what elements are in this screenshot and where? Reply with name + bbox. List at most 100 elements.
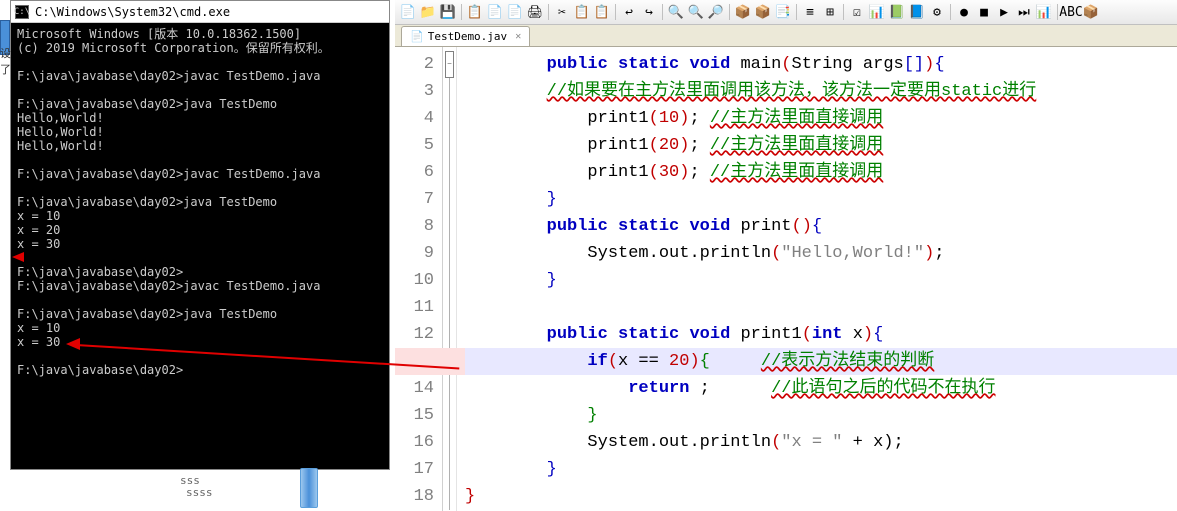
- toolbar-separator: [843, 4, 844, 20]
- toolbar-icon[interactable]: 🔍: [687, 3, 705, 21]
- toolbar-icon[interactable]: 📋: [593, 3, 611, 21]
- line-number: 16: [395, 429, 442, 456]
- line-number: 10: [395, 267, 442, 294]
- line-gutter: 23456789101112131415161718: [395, 47, 443, 511]
- fold-cell: [443, 483, 456, 510]
- toolbar-icon[interactable]: 📦: [1082, 3, 1100, 21]
- toolbar-icon[interactable]: 📄: [506, 3, 524, 21]
- editor-toolbar: 📄📁💾📋📄📄🖨✂📋📋↩↪🔍🔍🔎📦📦📑≡⊞☑📊📗📘⚙●■▶⏭📊ABC📦: [395, 0, 1177, 25]
- fold-cell: [443, 456, 456, 483]
- toolbar-icon[interactable]: 📦: [734, 3, 752, 21]
- code-line: print1(30); //主方法里面直接调用: [465, 159, 1177, 186]
- fold-cell: [443, 78, 456, 105]
- toolbar-icon[interactable]: 💾: [439, 3, 457, 21]
- line-number: 8: [395, 213, 442, 240]
- toolbar-icon[interactable]: 📊: [1035, 3, 1053, 21]
- line-number: 4: [395, 105, 442, 132]
- toolbar-icon[interactable]: ●: [955, 3, 973, 21]
- code-line: }: [465, 186, 1177, 213]
- toolbar-separator: [1057, 4, 1058, 20]
- code-lines[interactable]: public static void main(String args[]){ …: [457, 47, 1177, 511]
- fold-cell: [443, 267, 456, 294]
- code-line: }: [465, 267, 1177, 294]
- fold-cell: [443, 159, 456, 186]
- fold-cell: −: [443, 51, 456, 78]
- toolbar-icon[interactable]: 📄: [486, 3, 504, 21]
- editor-pane: 📄📁💾📋📄📄🖨✂📋📋↩↪🔍🔍🔎📦📦📑≡⊞☑📊📗📘⚙●■▶⏭📊ABC📦 📄 Tes…: [395, 0, 1177, 511]
- toolbar-separator: [615, 4, 616, 20]
- bottom-text: sss ssss: [180, 475, 213, 499]
- code-area[interactable]: 23456789101112131415161718 −− public sta…: [395, 47, 1177, 511]
- code-line: public static void print(){: [465, 213, 1177, 240]
- code-line: }: [465, 402, 1177, 429]
- fold-cell: [443, 375, 456, 402]
- toolbar-icon[interactable]: ↪: [640, 3, 658, 21]
- toolbar-icon[interactable]: 🖨: [526, 3, 544, 21]
- code-line-highlighted: if(x == 20){ //表示方法结束的判断: [465, 348, 1177, 375]
- toolbar-separator: [729, 4, 730, 20]
- toolbar-icon[interactable]: ABC: [1062, 3, 1080, 21]
- line-number: 18: [395, 483, 442, 510]
- toolbar-icon[interactable]: 📘: [908, 3, 926, 21]
- line-number: 2: [395, 51, 442, 78]
- toolbar-icon[interactable]: ≡: [801, 3, 819, 21]
- code-line: public static void print1(int x){: [465, 321, 1177, 348]
- toolbar-icon[interactable]: 📋: [573, 3, 591, 21]
- toolbar-icon[interactable]: 🔎: [707, 3, 725, 21]
- fold-cell: [443, 186, 456, 213]
- toolbar-icon[interactable]: ⚙: [928, 3, 946, 21]
- fold-cell: [443, 132, 456, 159]
- cmd-window: C:\ C:\Windows\System32\cmd.exe Microsof…: [10, 0, 390, 470]
- tab-bar: 📄 TestDemo.jav ✕: [395, 25, 1177, 47]
- toolbar-icon[interactable]: 📦: [754, 3, 772, 21]
- toolbar-icon[interactable]: 🔍: [667, 3, 685, 21]
- line-number: 11: [395, 294, 442, 321]
- fold-cell: [443, 321, 456, 348]
- code-line: System.out.println("Hello,World!");: [465, 240, 1177, 267]
- toolbar-icon[interactable]: 📋: [466, 3, 484, 21]
- toolbar-icon[interactable]: 📑: [774, 3, 792, 21]
- cmd-titlebar[interactable]: C:\ C:\Windows\System32\cmd.exe: [11, 1, 389, 23]
- line-number: 5: [395, 132, 442, 159]
- fold-cell: [443, 240, 456, 267]
- code-line: }: [465, 483, 1177, 510]
- line-number: 3: [395, 78, 442, 105]
- line-number: 12: [395, 321, 442, 348]
- left-text-fragment: 设了: [0, 45, 12, 77]
- toolbar-icon[interactable]: ▶: [995, 3, 1013, 21]
- cmd-output[interactable]: Microsoft Windows [版本 10.0.18362.1500] (…: [11, 23, 389, 381]
- toolbar-icon[interactable]: ■: [975, 3, 993, 21]
- code-line: print1(10); //主方法里面直接调用: [465, 105, 1177, 132]
- fold-cell: [443, 402, 456, 429]
- fold-column: −−: [443, 47, 457, 511]
- toolbar-icon[interactable]: 📁: [419, 3, 437, 21]
- fold-minus-icon[interactable]: −: [445, 51, 454, 78]
- cmd-icon: C:\: [15, 5, 29, 19]
- toolbar-icon[interactable]: ⏭: [1015, 3, 1033, 21]
- tab-label: TestDemo.jav: [428, 30, 507, 43]
- fold-cell: [443, 105, 456, 132]
- line-number: 15: [395, 402, 442, 429]
- toolbar-icon[interactable]: 📄: [399, 3, 417, 21]
- line-number: 7: [395, 186, 442, 213]
- tab-close-icon[interactable]: ✕: [515, 31, 521, 42]
- toolbar-icon[interactable]: 📗: [888, 3, 906, 21]
- toolbar-separator: [548, 4, 549, 20]
- toolbar-icon[interactable]: 📊: [868, 3, 886, 21]
- line-number: 9: [395, 240, 442, 267]
- code-line: return ; //此语句之后的代码不在执行: [465, 375, 1177, 402]
- toolbar-icon[interactable]: ↩: [620, 3, 638, 21]
- code-line: [465, 294, 1177, 321]
- toolbar-separator: [950, 4, 951, 20]
- tab-testdemo[interactable]: 📄 TestDemo.jav ✕: [401, 26, 530, 46]
- toolbar-icon[interactable]: ✂: [553, 3, 571, 21]
- fold-cell: [443, 294, 456, 321]
- cmd-title-text: C:\Windows\System32\cmd.exe: [35, 5, 230, 19]
- toolbar-separator: [662, 4, 663, 20]
- toolbar-icon[interactable]: ☑: [848, 3, 866, 21]
- bottom-blue-bar: [300, 468, 318, 508]
- code-line: }: [465, 456, 1177, 483]
- code-line: public static void main(String args[]){: [465, 51, 1177, 78]
- toolbar-icon[interactable]: ⊞: [821, 3, 839, 21]
- line-number: 14: [395, 375, 442, 402]
